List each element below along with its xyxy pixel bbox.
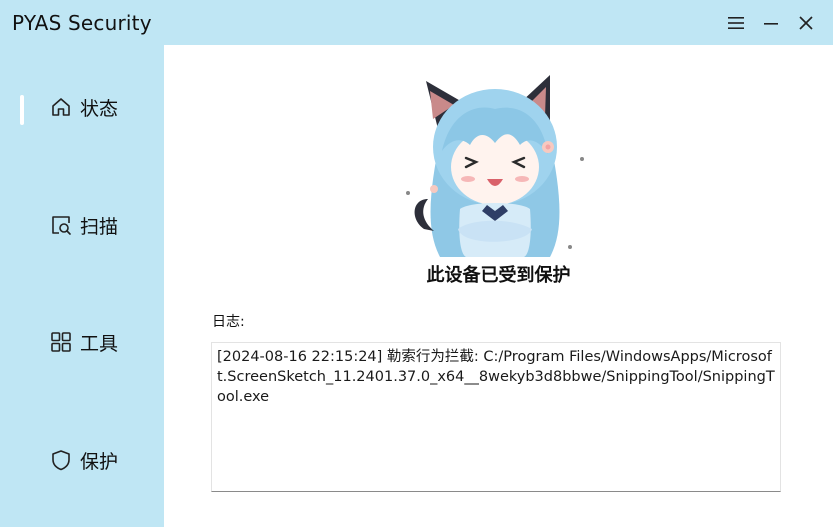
sidebar-item-status[interactable]: 状态 (0, 79, 164, 135)
app-title: PYAS Security (12, 11, 152, 35)
sidebar-item-scan[interactable]: 扫描 (0, 197, 164, 253)
title-bar[interactable]: PYAS Security (0, 0, 833, 45)
minimize-icon (764, 23, 778, 25)
shield-icon (52, 450, 70, 471)
sidebar-item-label: 状态 (80, 97, 119, 120)
minimize-button[interactable] (754, 8, 788, 38)
protection-status: 此设备已受到保护 (426, 265, 571, 286)
sidebar-item-label: 扫描 (80, 215, 119, 238)
sidebar-item-label: 工具 (80, 332, 119, 355)
home-icon (52, 98, 70, 116)
close-button[interactable] (789, 8, 823, 38)
menu-button[interactable] (719, 8, 753, 38)
grid-icon (51, 332, 71, 352)
active-indicator (20, 95, 24, 125)
sidebar: 状态 扫描 工具 保护 (0, 45, 164, 527)
sidebar-item-protect[interactable]: 保护 (0, 432, 164, 488)
app-window: PYAS Security 状态 扫描 工具 保护 此设备已受到保护 日志: [… (0, 0, 833, 527)
sidebar-item-tools[interactable]: 工具 (0, 314, 164, 370)
scan-icon (52, 216, 71, 235)
close-icon (799, 16, 813, 30)
main-content: 此设备已受到保护 日志: [2024-08-16 22:15:24] 勒索行为拦… (164, 45, 833, 527)
hamburger-icon (728, 17, 744, 29)
sidebar-item-label: 保护 (80, 450, 119, 473)
log-label: 日志: (212, 314, 245, 330)
mascot-image (406, 75, 584, 257)
log-textarea[interactable]: [2024-08-16 22:15:24] 勒索行为拦截: C:/Program… (211, 342, 781, 492)
